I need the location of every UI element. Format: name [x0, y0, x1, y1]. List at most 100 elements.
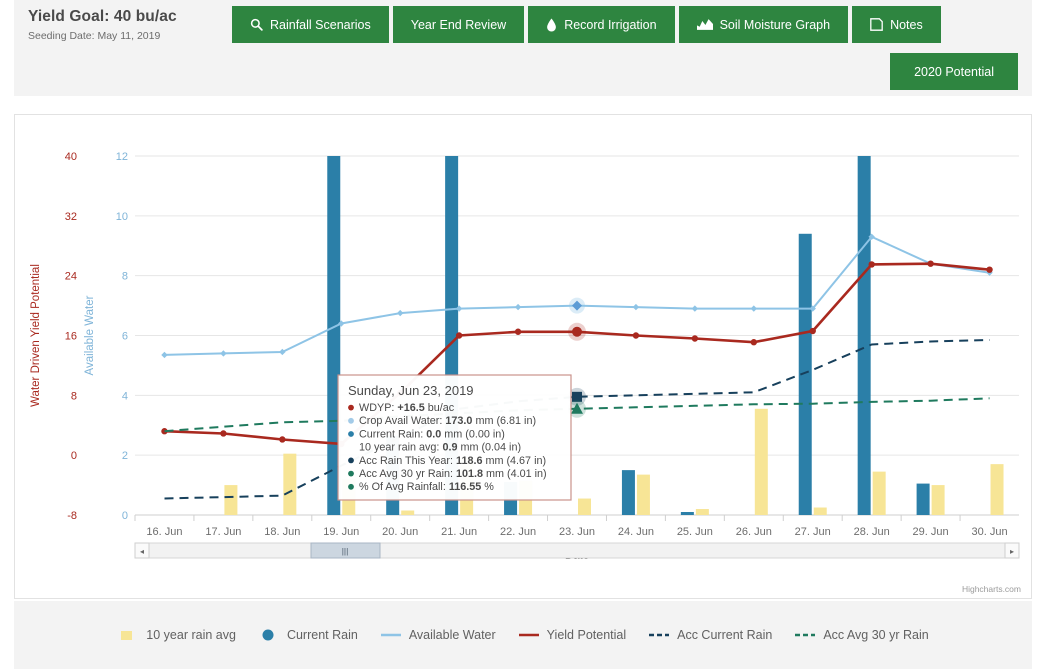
available-water-marker[interactable] [397, 309, 404, 317]
year-end-review-button[interactable]: Year End Review [392, 6, 525, 43]
rainfall-scenarios-label: Rainfall Scenarios [270, 17, 371, 32]
area-chart-icon [696, 18, 713, 31]
legend-marker-line-icon [380, 633, 401, 637]
yield-potential-marker[interactable] [632, 332, 640, 339]
tooltip-row-marker [348, 417, 354, 424]
yield-potential-marker[interactable] [986, 266, 993, 273]
navigator-left-arrow-icon: ◂ [140, 547, 144, 556]
tooltip-row: Crop Avail Water: 173.0 mm (6.81 in) [359, 415, 536, 427]
tooltip-row-marker [348, 470, 354, 477]
navigator-thumb-grip-icon: ||| [342, 546, 349, 556]
legend-item[interactable]: Yield Potential [518, 628, 626, 642]
available-water-marker[interactable] [691, 305, 699, 312]
current-rain-bar[interactable] [857, 156, 871, 515]
x-axis-label: 26. Jun [736, 526, 772, 538]
x-axis-label: 27. Jun [795, 526, 831, 538]
x-axis-label: 18. Jun [264, 526, 300, 538]
legend-item[interactable]: Current Rain [258, 628, 358, 642]
current-rain-bar[interactable] [680, 512, 694, 515]
legend-item-label: Acc Current Rain [677, 628, 773, 642]
chart-legend: 10 year rain avg Current Rain Available Wa… [14, 601, 1032, 669]
x-axis-label: 22. Jun [500, 526, 536, 538]
tooltip-row-marker [348, 431, 354, 437]
ten-year-rain-avg-bar[interactable] [813, 507, 827, 515]
ten-year-rain-avg-bar[interactable] [578, 498, 591, 515]
legend-item[interactable]: 10 year rain avg [117, 628, 236, 642]
current-rain-bar[interactable] [621, 470, 635, 515]
soil-moisture-graph-button[interactable]: Soil Moisture Graph [678, 6, 849, 43]
ten-year-rain-avg-bar[interactable] [931, 485, 945, 515]
legend-item[interactable]: Available Water [380, 628, 496, 642]
yield-potential-marker[interactable] [455, 332, 463, 339]
ten-year-rain-avg-bar[interactable] [224, 485, 238, 515]
x-axis-label: 30. Jun [971, 526, 1007, 538]
ten-year-rain-avg-bar[interactable] [695, 509, 709, 515]
yield-potential-marker[interactable] [750, 339, 757, 346]
yield-chart[interactable]: 40 32 24 16 8 0 -8 12 10 8 6 4 2 0 Water Driven Yield … [15, 115, 1031, 598]
record-irrigation-button[interactable]: Record Irrigation [528, 6, 675, 43]
tooltip-row: Acc Rain This Year: 118.6 mm (4.67 in) [359, 455, 546, 467]
legend-item[interactable]: Acc Current Rain [648, 628, 772, 642]
page-header: Yield Goal: 40 bu/ac Seeding Date: May 1… [14, 0, 1032, 96]
available-water-marker[interactable] [279, 348, 286, 356]
left-axis-tick-label: -8 [67, 510, 77, 522]
available-water-marker[interactable] [220, 350, 227, 357]
inner-axis-tick-label: 8 [122, 271, 128, 283]
left-axis-tick-label: 24 [65, 271, 77, 283]
tooltip-row-marker [348, 483, 354, 490]
navigator-track[interactable] [134, 542, 1020, 559]
rainfall-scenarios-button[interactable]: Rainfall Scenarios [232, 6, 389, 43]
yield-potential-marker[interactable] [220, 430, 227, 437]
potential-2020-button[interactable]: 2020 Potential [890, 53, 1018, 90]
yield-potential-marker[interactable] [809, 327, 816, 335]
left-axis-tick-label: 40 [65, 151, 77, 163]
x-axis-label: 19. Jun [323, 526, 359, 538]
legend-item-label: 10 year rain avg [146, 628, 236, 642]
tooltip-row: Acc Avg 30 yr Rain: 101.8 mm (4.01 in) [359, 468, 547, 480]
current-rain-bar[interactable] [916, 483, 930, 515]
legend-marker-square-icon [121, 631, 133, 640]
legend-marker-dashed-icon [795, 633, 816, 637]
app-root: Yield Goal: 40 bu/ac Seeding Date: May 1… [0, 0, 1046, 669]
navigator-right-arrow-icon: ▸ [1010, 547, 1014, 556]
available-water-marker[interactable] [750, 305, 757, 312]
toolbar: Rainfall Scenarios Year End Review Recor… [232, 6, 941, 43]
legend-item[interactable]: Acc Avg 30 yr Rain [794, 628, 929, 642]
inner-axis-tick-label: 0 [122, 510, 128, 522]
x-axis-label: 28. Jun [854, 526, 890, 538]
page-title: Yield Goal: 40 bu/ac [28, 8, 177, 25]
notes-button[interactable]: Notes [852, 6, 941, 43]
available-water-marker[interactable] [514, 303, 522, 311]
ten-year-rain-avg-bar[interactable] [636, 474, 650, 515]
highcharts-credit[interactable]: Highcharts.com [962, 584, 1021, 594]
highlight-marker-yield-potential[interactable] [572, 326, 582, 337]
ten-year-rain-avg-bar[interactable] [990, 464, 1004, 515]
available-water-marker[interactable] [632, 303, 640, 311]
secondary-toolbar: 2020 Potential [890, 53, 1018, 90]
tooltip-row: Current Rain: 0.0 mm (0.00 in) [359, 428, 505, 440]
left-axis-title: Water Driven Yield Potential [30, 264, 42, 407]
ten-year-rain-avg-bar[interactable] [872, 471, 886, 515]
ten-year-rain-avg-bar[interactable] [401, 510, 415, 515]
x-axis-label: 24. Jun [618, 526, 654, 538]
x-axis-label: 25. Jun [677, 526, 713, 538]
yield-potential-marker[interactable] [279, 436, 286, 443]
yield-potential-marker[interactable] [868, 261, 875, 268]
ten-year-rain-avg-bar[interactable] [283, 453, 297, 515]
tooltip-row-marker [348, 404, 354, 411]
ten-year-rain-avg-bar[interactable] [754, 408, 768, 515]
x-axis-label: 23. Jun [559, 526, 595, 538]
yield-potential-marker[interactable] [691, 335, 699, 342]
legend-marker-dashed-icon [649, 633, 670, 637]
water-drop-icon [546, 18, 557, 32]
yield-potential-marker[interactable] [514, 328, 522, 335]
yield-potential-marker[interactable] [927, 260, 934, 267]
inner-axis-tick-label: 6 [122, 331, 128, 343]
x-axis-label: 17. Jun [205, 526, 241, 538]
inner-axis-title: Available Water [84, 295, 96, 375]
available-water-marker[interactable] [161, 351, 168, 359]
legend-item-label: Available Water [408, 628, 496, 642]
seeding-date-label: Seeding Date: May 11, 2019 [28, 30, 161, 42]
x-axis-label: 21. Jun [441, 526, 477, 538]
tooltip-title: Sunday, Jun 23, 2019 [348, 383, 474, 398]
